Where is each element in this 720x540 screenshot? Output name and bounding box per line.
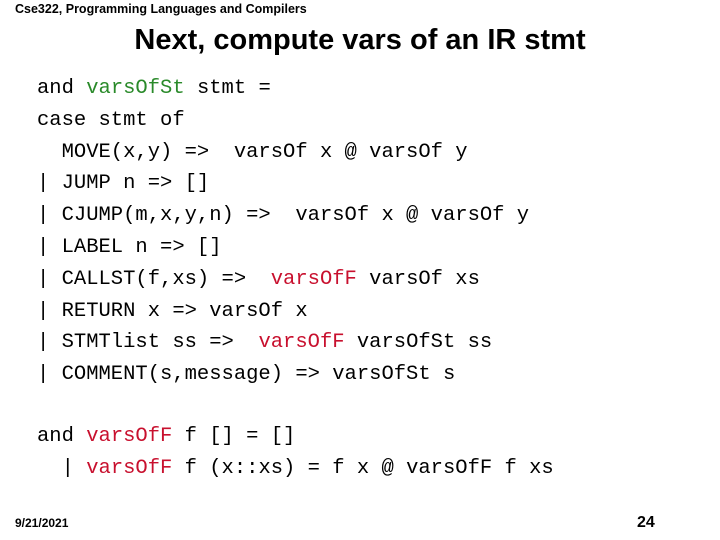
- code-line: | STMTlist ss => varsOfF varsOfSt ss: [37, 327, 529, 359]
- highlighted-identifier: varsOfF: [86, 425, 173, 448]
- code-line: | CALLST(f,xs) => varsOfF varsOf xs: [37, 264, 529, 296]
- highlighted-identifier: varsOfF: [258, 331, 345, 355]
- code-line: | JUMP n => []: [37, 168, 529, 200]
- code-line: and varsOfSt stmt =: [37, 73, 529, 105]
- code-text: MOVE(x,y) => varsOf x @ varsOf y: [37, 140, 468, 164]
- code-text: case stmt of: [37, 108, 185, 132]
- code-line: | COMMENT(s,message) => varsOfSt s: [37, 359, 529, 391]
- code-text: varsOf xs: [356, 267, 480, 291]
- code-block-varsofst: and varsOfSt stmt = case stmt of MOVE(x,y…: [37, 73, 529, 391]
- code-line: and varsOfF f [] = []: [37, 421, 554, 453]
- code-text: f [] = []: [172, 425, 296, 448]
- code-text: | CJUMP(m,x,y,n) => varsOf x @ varsOf y: [37, 204, 530, 228]
- code-block-varsoff: and varsOfF f [] = [] | varsOfF f (x::xs…: [37, 421, 554, 485]
- code-line: | RETURN x => varsOf x: [37, 296, 529, 328]
- page-number: 24: [637, 514, 655, 531]
- code-text: stmt =: [184, 77, 271, 100]
- code-text: and: [37, 77, 87, 100]
- code-line: | CJUMP(m,x,y,n) => varsOf x @ varsOf y: [37, 200, 529, 232]
- code-line: MOVE(x,y) => varsOf x @ varsOf y: [37, 137, 529, 169]
- footer-date: 9/21/2021: [15, 516, 69, 530]
- highlighted-identifier: varsOfF: [86, 456, 173, 480]
- code-text: | STMTlist ss =>: [37, 331, 259, 355]
- code-text: |: [37, 456, 87, 480]
- code-text: f (x::xs) = f x @ varsOfF f xs: [172, 456, 554, 480]
- code-text: | JUMP n => []: [37, 172, 210, 196]
- code-text: | COMMENT(s,message) => varsOfSt s: [37, 363, 456, 387]
- highlighted-identifier: varsOfF: [270, 267, 357, 291]
- code-line: | LABEL n => []: [37, 232, 529, 264]
- course-header: Cse322, Programming Languages and Compil…: [15, 2, 307, 16]
- code-text: | CALLST(f,xs) =>: [37, 267, 271, 291]
- code-text: | LABEL n => []: [37, 235, 222, 259]
- code-text: and: [37, 425, 87, 448]
- highlighted-identifier: varsOfSt: [86, 77, 185, 100]
- code-line: | varsOfF f (x::xs) = f x @ varsOfF f xs: [37, 453, 554, 485]
- code-line: case stmt of: [37, 105, 529, 137]
- code-text: | RETURN x => varsOf x: [37, 299, 308, 323]
- slide-title: Next, compute vars of an IR stmt: [134, 24, 586, 56]
- code-text: varsOfSt ss: [344, 331, 493, 355]
